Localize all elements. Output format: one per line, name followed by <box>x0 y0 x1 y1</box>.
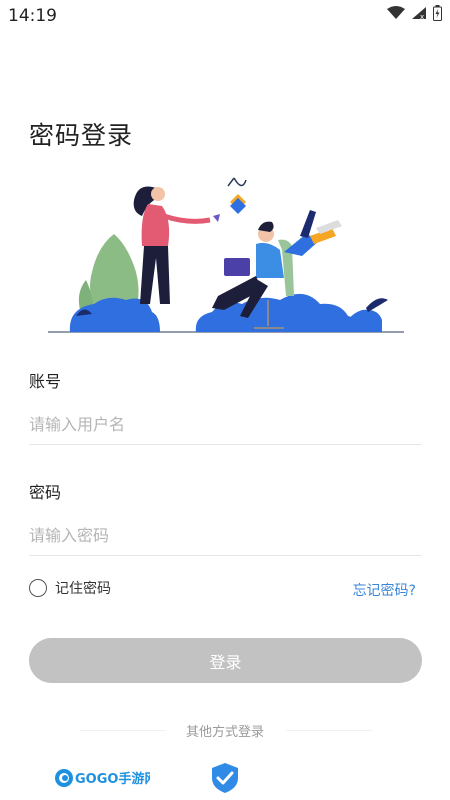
gogo-logo-text: GOGO手游网 <box>75 771 150 787</box>
remember-password-label: 记住密码 <box>55 581 111 597</box>
account-input[interactable] <box>29 404 422 445</box>
status-time: 14:19 <box>8 6 57 26</box>
status-icons: x <box>387 5 442 21</box>
shield-check-icon[interactable] <box>210 762 240 794</box>
page-title: 密码登录 <box>29 121 134 150</box>
divider-line-right <box>286 730 372 731</box>
password-label: 密码 <box>29 483 62 502</box>
radio-icon[interactable] <box>29 579 47 597</box>
signal-icon: x <box>412 7 426 20</box>
svg-text:x: x <box>420 13 424 20</box>
account-label: 账号 <box>29 372 62 391</box>
battery-icon <box>433 5 442 21</box>
login-illustration <box>48 177 404 333</box>
forgot-password-link[interactable]: 忘记密码? <box>353 580 416 600</box>
other-login-divider: 其他方式登录 <box>0 721 450 741</box>
other-login-label: 其他方式登录 <box>185 725 264 740</box>
password-input[interactable] <box>29 515 422 556</box>
wifi-icon <box>387 6 405 19</box>
remember-password-checkbox[interactable]: 记住密码 <box>29 578 111 598</box>
gogo-logo: GOGO手游网 <box>55 769 150 787</box>
login-button[interactable]: 登录 <box>29 638 422 683</box>
status-bar: 14:19 x <box>0 0 450 32</box>
